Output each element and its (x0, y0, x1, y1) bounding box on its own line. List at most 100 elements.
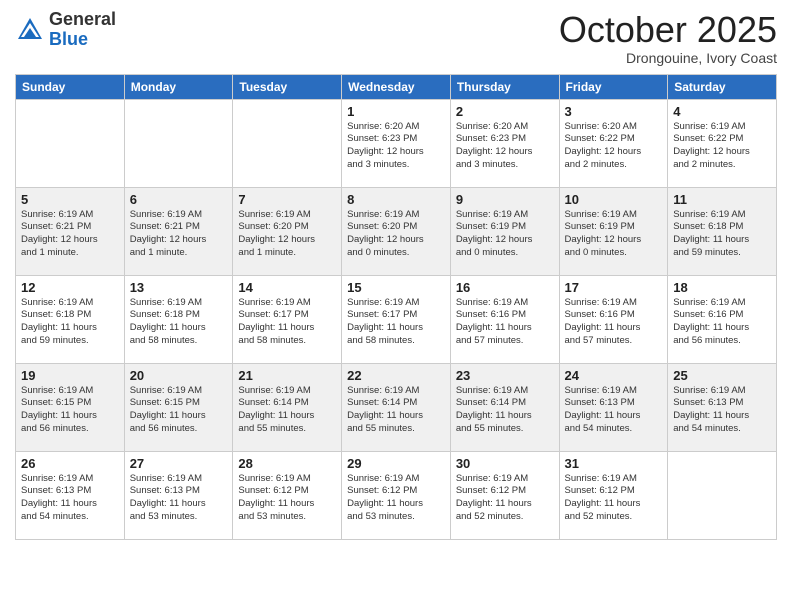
day-number: 29 (347, 456, 445, 471)
day-number: 16 (456, 280, 554, 295)
day-info: Sunrise: 6:19 AM Sunset: 6:12 PM Dayligh… (565, 473, 663, 524)
calendar-cell (668, 451, 777, 539)
logo-general: General (49, 9, 116, 29)
calendar-cell: 17 Sunrise: 6:19 AM Sunset: 6:16 PM Dayli… (559, 275, 668, 363)
day-number: 1 (347, 104, 445, 119)
logo: General Blue (15, 10, 116, 50)
calendar-week-2: 5Sunrise: 6:19 AM Sunset: 6:21 PM Daylig… (16, 187, 777, 275)
calendar-cell: 29 Sunrise: 6:19 AM Sunset: 6:12 PM Dayli… (342, 451, 451, 539)
weekday-header-thursday: Thursday (450, 74, 559, 99)
calendar-week-5: 26Sunrise: 6:19 AM Sunset: 6:13 PM Dayli… (16, 451, 777, 539)
day-number: 25 (673, 368, 771, 383)
day-info: Sunrise: 6:19 AM Sunset: 6:13 PM Dayligh… (565, 385, 663, 436)
day-info: Sunrise: 6:19 AM Sunset: 6:12 PM Dayligh… (456, 473, 554, 524)
day-number: 4 (673, 104, 771, 119)
calendar-cell: 1 Sunrise: 6:20 AM Sunset: 6:23 PM Daylig… (342, 99, 451, 187)
weekday-header-saturday: Saturday (668, 74, 777, 99)
day-info: Sunrise: 6:19 AM Sunset: 6:13 PM Dayligh… (21, 473, 119, 524)
day-info: Sunrise: 6:19 AM Sunset: 6:18 PM Dayligh… (673, 209, 771, 260)
calendar-cell: 14Sunrise: 6:19 AM Sunset: 6:17 PM Dayli… (233, 275, 342, 363)
day-info: Sunrise: 6:19 AM Sunset: 6:20 PM Dayligh… (347, 209, 445, 260)
day-number: 12 (21, 280, 119, 295)
day-info: Sunrise: 6:19 AM Sunset: 6:14 PM Dayligh… (347, 385, 445, 436)
calendar-cell: 18Sunrise: 6:19 AM Sunset: 6:16 PM Dayli… (668, 275, 777, 363)
day-number: 24 (565, 368, 663, 383)
day-number: 7 (238, 192, 336, 207)
day-number: 8 (347, 192, 445, 207)
day-info: Sunrise: 6:19 AM Sunset: 6:21 PM Dayligh… (21, 209, 119, 260)
day-info: Sunrise: 6:19 AM Sunset: 6:13 PM Dayligh… (130, 473, 228, 524)
calendar-cell: 4Sunrise: 6:19 AM Sunset: 6:22 PM Daylig… (668, 99, 777, 187)
calendar-cell: 23Sunrise: 6:19 AM Sunset: 6:14 PM Dayli… (450, 363, 559, 451)
weekday-header-sunday: Sunday (16, 74, 125, 99)
day-number: 13 (130, 280, 228, 295)
page-header: General Blue October 2025 Drongouine, Iv… (15, 10, 777, 66)
day-number: 22 (347, 368, 445, 383)
day-info: Sunrise: 6:19 AM Sunset: 6:17 PM Dayligh… (238, 297, 336, 348)
calendar-week-4: 19 Sunrise: 6:19 AM Sunset: 6:15 PM Dayli… (16, 363, 777, 451)
calendar-cell: 16 Sunrise: 6:19 AM Sunset: 6:16 PM Dayli… (450, 275, 559, 363)
calendar-cell: 26Sunrise: 6:19 AM Sunset: 6:13 PM Dayli… (16, 451, 125, 539)
day-number: 28 (238, 456, 336, 471)
day-number: 21 (238, 368, 336, 383)
day-info: Sunrise: 6:19 AM Sunset: 6:18 PM Dayligh… (21, 297, 119, 348)
weekday-header-friday: Friday (559, 74, 668, 99)
day-number: 11 (673, 192, 771, 207)
day-info: Sunrise: 6:19 AM Sunset: 6:15 PM Dayligh… (21, 385, 119, 436)
day-info: Sunrise: 6:19 AM Sunset: 6:12 PM Dayligh… (238, 473, 336, 524)
day-info: Sunrise: 6:19 AM Sunset: 6:12 PM Dayligh… (347, 473, 445, 524)
day-info: Sunrise: 6:19 AM Sunset: 6:16 PM Dayligh… (456, 297, 554, 348)
calendar-cell: 10Sunrise: 6:19 AM Sunset: 6:19 PM Dayli… (559, 187, 668, 275)
day-info: Sunrise: 6:19 AM Sunset: 6:21 PM Dayligh… (130, 209, 228, 260)
calendar-cell: 24 Sunrise: 6:19 AM Sunset: 6:13 PM Dayli… (559, 363, 668, 451)
day-number: 19 (21, 368, 119, 383)
calendar-cell: 3 Sunrise: 6:20 AM Sunset: 6:22 PM Daylig… (559, 99, 668, 187)
day-info: Sunrise: 6:19 AM Sunset: 6:17 PM Dayligh… (347, 297, 445, 348)
calendar-cell (233, 99, 342, 187)
calendar: SundayMondayTuesdayWednesdayThursdayFrid… (15, 74, 777, 540)
month-title: October 2025 (559, 10, 777, 50)
calendar-cell: 12 Sunrise: 6:19 AM Sunset: 6:18 PM Dayli… (16, 275, 125, 363)
day-number: 18 (673, 280, 771, 295)
day-number: 6 (130, 192, 228, 207)
day-number: 17 (565, 280, 663, 295)
calendar-cell: 27 Sunrise: 6:19 AM Sunset: 6:13 PM Dayli… (124, 451, 233, 539)
calendar-cell: 11 Sunrise: 6:19 AM Sunset: 6:18 PM Dayli… (668, 187, 777, 275)
location: Drongouine, Ivory Coast (559, 50, 777, 66)
day-info: Sunrise: 6:20 AM Sunset: 6:23 PM Dayligh… (347, 121, 445, 172)
calendar-cell (16, 99, 125, 187)
calendar-cell (124, 99, 233, 187)
calendar-cell: 8 Sunrise: 6:19 AM Sunset: 6:20 PM Daylig… (342, 187, 451, 275)
day-info: Sunrise: 6:20 AM Sunset: 6:23 PM Dayligh… (456, 121, 554, 172)
day-info: Sunrise: 6:19 AM Sunset: 6:15 PM Dayligh… (130, 385, 228, 436)
calendar-cell: 15Sunrise: 6:19 AM Sunset: 6:17 PM Dayli… (342, 275, 451, 363)
day-number: 31 (565, 456, 663, 471)
day-info: Sunrise: 6:19 AM Sunset: 6:19 PM Dayligh… (565, 209, 663, 260)
day-info: Sunrise: 6:19 AM Sunset: 6:19 PM Dayligh… (456, 209, 554, 260)
calendar-cell: 7Sunrise: 6:19 AM Sunset: 6:20 PM Daylig… (233, 187, 342, 275)
title-block: October 2025 Drongouine, Ivory Coast (559, 10, 777, 66)
calendar-cell: 13 Sunrise: 6:19 AM Sunset: 6:18 PM Dayli… (124, 275, 233, 363)
day-info: Sunrise: 6:20 AM Sunset: 6:22 PM Dayligh… (565, 121, 663, 172)
calendar-cell: 2 Sunrise: 6:20 AM Sunset: 6:23 PM Daylig… (450, 99, 559, 187)
calendar-week-3: 12 Sunrise: 6:19 AM Sunset: 6:18 PM Dayli… (16, 275, 777, 363)
day-number: 3 (565, 104, 663, 119)
calendar-cell: 25 Sunrise: 6:19 AM Sunset: 6:13 PM Dayli… (668, 363, 777, 451)
weekday-header-wednesday: Wednesday (342, 74, 451, 99)
day-info: Sunrise: 6:19 AM Sunset: 6:13 PM Dayligh… (673, 385, 771, 436)
day-number: 23 (456, 368, 554, 383)
calendar-cell: 20 Sunrise: 6:19 AM Sunset: 6:15 PM Dayli… (124, 363, 233, 451)
calendar-week-1: 1 Sunrise: 6:20 AM Sunset: 6:23 PM Daylig… (16, 99, 777, 187)
calendar-cell: 31 Sunrise: 6:19 AM Sunset: 6:12 PM Dayli… (559, 451, 668, 539)
day-number: 20 (130, 368, 228, 383)
calendar-cell: 9Sunrise: 6:19 AM Sunset: 6:19 PM Daylig… (450, 187, 559, 275)
day-info: Sunrise: 6:19 AM Sunset: 6:18 PM Dayligh… (130, 297, 228, 348)
weekday-header-monday: Monday (124, 74, 233, 99)
calendar-cell: 21 Sunrise: 6:19 AM Sunset: 6:14 PM Dayli… (233, 363, 342, 451)
day-info: Sunrise: 6:19 AM Sunset: 6:14 PM Dayligh… (238, 385, 336, 436)
calendar-cell: 6 Sunrise: 6:19 AM Sunset: 6:21 PM Daylig… (124, 187, 233, 275)
day-number: 27 (130, 456, 228, 471)
calendar-header-row: SundayMondayTuesdayWednesdayThursdayFrid… (16, 74, 777, 99)
day-info: Sunrise: 6:19 AM Sunset: 6:16 PM Dayligh… (565, 297, 663, 348)
day-number: 2 (456, 104, 554, 119)
